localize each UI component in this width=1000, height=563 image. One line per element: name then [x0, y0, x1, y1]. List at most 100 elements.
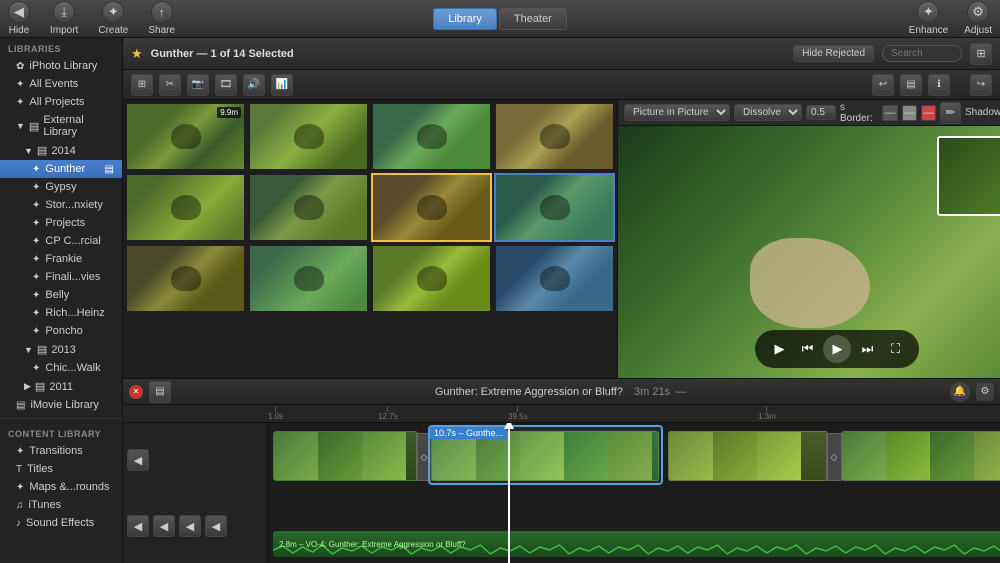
sidebar-item-finali-vies[interactable]: ✦ Finali...vies [0, 268, 122, 286]
tl-track-btn-5[interactable]: ◀ [205, 515, 227, 537]
timeline-close-button[interactable]: ✕ [129, 385, 143, 399]
pip-overlay-clip[interactable] [937, 136, 1000, 216]
clip-tool-3[interactable]: 📷 [187, 74, 209, 96]
share-button[interactable]: ↑ Share [148, 1, 175, 36]
clip-tool-4[interactable]: 🎞 [215, 74, 237, 96]
clip-tool-audio[interactable]: 🔊 [243, 74, 265, 96]
timeline-settings-button[interactable]: ⚙ [976, 383, 994, 401]
create-icon: ✦ [102, 1, 124, 23]
sidebar-item-all-projects[interactable]: ✦ All Projects [0, 93, 122, 111]
tab-group: Library Theater [433, 8, 567, 30]
sidebar-item-all-events[interactable]: ✦ All Events [0, 75, 122, 93]
thumbnail-3[interactable] [371, 102, 492, 171]
browser: 9.9m [123, 100, 618, 378]
sidebar-group-external-library[interactable]: ▼ ▤ External Library [0, 111, 122, 141]
sidebar-item-iphoto[interactable]: ✿ iPhoto Library [0, 57, 122, 75]
sidebar-item-chic-walk[interactable]: ✦ Chic...Walk [0, 359, 122, 377]
star-icon: ★ [131, 46, 143, 62]
play-pause-button[interactable]: ▶ [823, 335, 851, 363]
pip-brush-btn[interactable]: ✏ [940, 102, 961, 124]
theater-tab[interactable]: Theater [499, 8, 567, 30]
pip-mode-select[interactable]: Picture in Picture [624, 104, 730, 121]
timeline-left-panel: ◀ ◀ ◀ ◀ ◀ [123, 423, 268, 563]
pip-transition-select[interactable]: Dissolve [734, 104, 802, 121]
video-clip-3[interactable] [668, 431, 828, 481]
thumbnail-4[interactable] [494, 102, 615, 171]
sidebar-item-gypsy[interactable]: ✦ Gypsy [0, 178, 122, 196]
sidebar-group-2011[interactable]: ▶ ▤ 2011 [0, 377, 122, 396]
prev-button[interactable]: ⏮ [795, 337, 819, 361]
gunther-badge: ▤ [105, 164, 114, 175]
thumbnail-2[interactable] [248, 102, 369, 171]
create-button[interactable]: ✦ Create [98, 1, 128, 36]
sidebar-item-maps[interactable]: ✦ Maps &...rounds [0, 478, 122, 496]
thumbnail-8[interactable] [494, 173, 615, 242]
clip-label: 10.7s – Gunthe... [430, 427, 507, 439]
timeline-tracks: 10.7s – Gunthe... ◇ [268, 423, 1000, 563]
tl-track-btn-1[interactable]: ◀ [127, 449, 149, 471]
adjust-button[interactable]: ⚙ Adjust [964, 1, 992, 36]
preview-video: ▶ ⏮ ▶ ⏭ ⛶ [618, 126, 1000, 378]
audio-clip[interactable]: 2.8m – VO-4: Gunther: Extreme Aggression… [273, 531, 1000, 557]
thumbnail-10[interactable] [248, 244, 369, 313]
next-button[interactable]: ⏭ [855, 337, 879, 361]
tl-track-btn-4[interactable]: ◀ [179, 515, 201, 537]
thumbnail-5[interactable] [125, 173, 246, 242]
sidebar-item-gunther[interactable]: ✦ Gunther ▤ [0, 160, 122, 178]
enhance-button[interactable]: ✦ Enhance [909, 1, 948, 36]
pip-value-input[interactable] [806, 105, 836, 120]
sidebar-item-titles[interactable]: T Titles [0, 460, 122, 478]
tl-track-btn-3[interactable]: ◀ [153, 515, 175, 537]
timeline-audio-btn[interactable]: 🔔 [950, 382, 970, 402]
sidebar-group-2014[interactable]: ▼ ▤ 2014 [0, 141, 122, 160]
clip-tool-5[interactable]: 📊 [271, 74, 293, 96]
pip-color-1[interactable]: — [882, 105, 897, 121]
sidebar-item-itunes[interactable]: ♫ iTunes [0, 496, 122, 514]
clip-tool-6[interactable]: ▤ [900, 74, 922, 96]
right-pane: ★ Gunther — 1 of 14 Selected Hide Reject… [123, 38, 1000, 563]
sidebar-group-2013[interactable]: ▼ ▤ 2013 [0, 340, 122, 359]
clip-tool-1[interactable]: ⊞ [131, 74, 153, 96]
toolbar-right: ✦ Enhance ⚙ Adjust [567, 1, 992, 36]
sidebar-item-projects[interactable]: ✦ Projects [0, 214, 122, 232]
thumbnail-9[interactable] [125, 244, 246, 313]
sidebar-item-sound-effects[interactable]: ♪ Sound Effects [0, 514, 122, 532]
main-area: LIBRARIES ✿ iPhoto Library ✦ All Events … [0, 38, 1000, 563]
clip-tool-undo[interactable]: ↩ [872, 74, 894, 96]
tl-track-btn-2[interactable]: ◀ [127, 515, 149, 537]
sidebar-item-stor-nxiety[interactable]: ✦ Stor...nxiety [0, 196, 122, 214]
pip-color-2[interactable]: — [902, 105, 917, 121]
thumbnail-7[interactable] [371, 173, 492, 242]
sidebar-item-belly[interactable]: ✦ Belly [0, 286, 122, 304]
play-button[interactable]: ▶ [767, 337, 791, 361]
sidebar-item-imovie-library[interactable]: ▤ iMovie Library [0, 396, 122, 414]
thumbnail-6[interactable] [248, 173, 369, 242]
thumbnail-12[interactable] [494, 244, 615, 313]
clip-tool-2[interactable]: ✂ [159, 74, 181, 96]
thumbnail-11[interactable] [371, 244, 492, 313]
sidebar-item-poncho[interactable]: ✦ Poncho [0, 322, 122, 340]
video-clip-4[interactable] [841, 431, 1000, 481]
sidebar-item-rich-heinz[interactable]: ✦ Rich...Heinz [0, 304, 122, 322]
audio-track: 2.8m – VO-4: Gunther: Extreme Aggression… [268, 531, 1000, 559]
timeline-ruler: 1.0s 12.7s 39.5s 1.3m [123, 405, 1000, 423]
hide-rejected-button[interactable]: Hide Rejected [793, 45, 874, 62]
library-tab[interactable]: Library [433, 8, 497, 30]
fullscreen-button[interactable]: ⛶ [883, 337, 907, 361]
ruler-mark-4: 1.3m [758, 406, 776, 421]
hide-button[interactable]: ◀ Hide [8, 1, 30, 36]
clip-tool-redo[interactable]: ↪ [970, 74, 992, 96]
sidebar-item-cp-crcial[interactable]: ✦ CP C...rcial [0, 232, 122, 250]
search-input[interactable] [882, 45, 962, 62]
import-button[interactable]: ⤓ Import [50, 1, 78, 36]
clip-tool-7[interactable]: ℹ [928, 74, 950, 96]
thumbnail-1[interactable]: 9.9m [125, 102, 246, 171]
video-clip-1[interactable] [273, 431, 418, 481]
pip-s-border-label: s Border: [840, 102, 878, 124]
sidebar-item-transitions[interactable]: ✦ Transitions [0, 442, 122, 460]
pip-color-3[interactable]: — [921, 105, 936, 121]
sidebar-item-frankie[interactable]: ✦ Frankie [0, 250, 122, 268]
transition-btn-2[interactable]: ◇ [826, 433, 842, 481]
grid-view-button[interactable]: ⊞ [970, 43, 992, 65]
all-projects-icon: ✦ [16, 97, 24, 108]
